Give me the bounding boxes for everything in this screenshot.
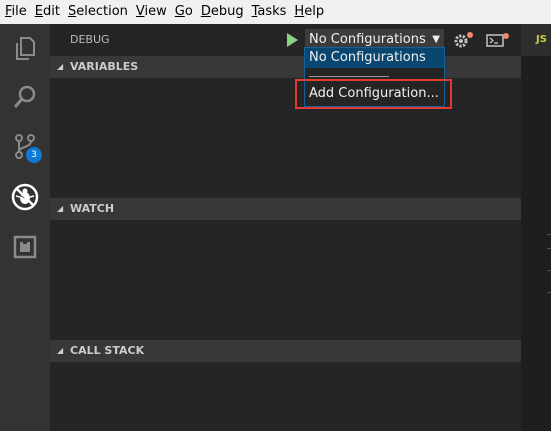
gutter-mark: [547, 270, 551, 271]
configuration-select[interactable]: No Configurations ▼: [305, 29, 444, 49]
explorer-icon: [16, 37, 35, 60]
editor-tab-js[interactable]: JS: [521, 24, 551, 56]
debug-header: DEBUG No Configurations ▼: [50, 24, 521, 56]
gutter-mark: [547, 248, 551, 249]
watch-section-header[interactable]: ◢ WATCH: [50, 198, 521, 220]
dropdown-separator: [309, 76, 389, 77]
editor-area[interactable]: JS: [521, 24, 551, 431]
gutter-mark: [547, 234, 551, 235]
source-control-button[interactable]: 3: [0, 122, 50, 172]
debug-button[interactable]: [0, 172, 50, 222]
menu-go[interactable]: Go: [171, 0, 197, 24]
search-button[interactable]: [0, 72, 50, 122]
debug-title: DEBUG: [70, 33, 110, 46]
expand-triangle-icon: ◢: [57, 346, 64, 355]
start-debugging-icon[interactable]: [287, 33, 298, 47]
configuration-select-value: No Configurations: [309, 32, 426, 47]
source-control-badge: 3: [26, 147, 42, 163]
menu-view[interactable]: View: [132, 0, 171, 24]
variables-label: VARIABLES: [70, 60, 139, 73]
gear-icon[interactable]: [453, 31, 475, 49]
call-stack-label: CALL STACK: [70, 344, 145, 357]
debug-icon: [11, 183, 39, 211]
search-icon: [13, 85, 36, 108]
menu-help[interactable]: Help: [290, 0, 328, 24]
menu-tasks[interactable]: Tasks: [248, 0, 291, 24]
menu-debug[interactable]: Debug: [197, 0, 248, 24]
watch-label: WATCH: [70, 202, 115, 215]
gutter-mark: [547, 292, 551, 293]
debug-console-icon[interactable]: [486, 32, 510, 48]
explorer-button[interactable]: [0, 24, 50, 74]
extensions-button[interactable]: [0, 222, 50, 272]
activity-bar: 3: [0, 24, 50, 431]
variables-section-header[interactable]: ◢ VARIABLES: [50, 56, 521, 78]
menu-selection[interactable]: Selection: [64, 0, 132, 24]
highlight-box: [295, 79, 452, 109]
menu-bar: File Edit Selection View Go Debug Tasks …: [0, 0, 551, 24]
extensions-icon: [13, 235, 37, 259]
call-stack-section-header[interactable]: ◢ CALL STACK: [50, 340, 521, 362]
menu-file[interactable]: File: [0, 0, 31, 24]
menu-edit[interactable]: Edit: [31, 0, 64, 24]
expand-triangle-icon: ◢: [57, 62, 64, 71]
expand-triangle-icon: ◢: [57, 204, 64, 213]
option-no-configurations[interactable]: No Configurations: [305, 48, 444, 68]
